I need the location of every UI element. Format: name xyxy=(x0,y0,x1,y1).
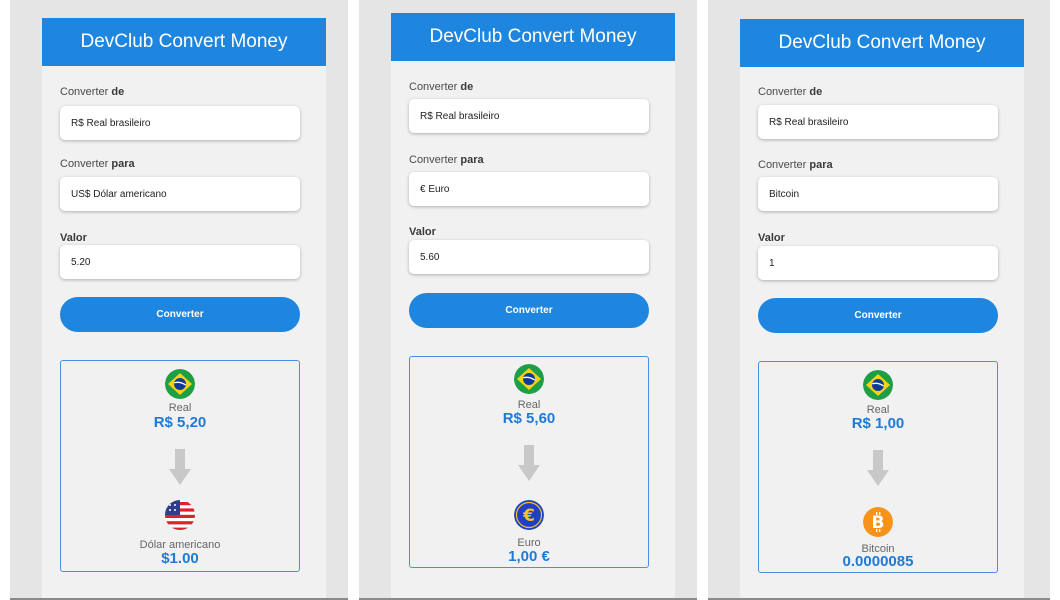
euro-icon: € xyxy=(514,500,544,530)
from-currency-select[interactable]: R$ Real brasileiro xyxy=(409,99,649,133)
result-box: Real R$ 5,20 Dólar americano $1.00 xyxy=(60,360,300,572)
from-currency-select[interactable]: R$ Real brasileiro xyxy=(758,105,998,139)
page-title: DevClub Convert Money xyxy=(740,19,1024,67)
svg-text:€: € xyxy=(522,506,535,526)
brazil-flag-icon xyxy=(514,364,544,394)
value-label: Valor xyxy=(60,232,87,244)
from-currency-name: Real xyxy=(168,402,192,414)
to-currency-select[interactable]: € Euro xyxy=(409,172,649,206)
to-currency-select[interactable]: US$ Dólar americano xyxy=(60,177,300,211)
from-label: Converter de xyxy=(758,86,823,98)
value-input[interactable]: 5.20 xyxy=(60,245,300,279)
brazil-flag-icon xyxy=(165,369,195,399)
to-label: Converter para xyxy=(60,158,135,170)
to-amount: 1,00 € xyxy=(508,548,550,565)
svg-text:B: B xyxy=(872,513,885,533)
converter-app: DevClub Convert Money Converter de R$ Re… xyxy=(391,13,675,600)
result-box: Real R$ 5,60 € Euro 1,00 € xyxy=(409,356,649,568)
from-label: Converter de xyxy=(409,81,474,93)
page-title: DevClub Convert Money xyxy=(42,18,326,66)
to-label: Converter para xyxy=(758,159,833,171)
value-label: Valor xyxy=(758,232,785,244)
from-amount: R$ 1,00 xyxy=(851,415,905,432)
convert-button[interactable]: Converter xyxy=(60,297,300,332)
bitcoin-icon: B xyxy=(863,507,893,537)
screenshot-usd: DevClub Convert Money Converter de R$ Re… xyxy=(10,0,348,600)
value-input[interactable]: 5.60 xyxy=(409,240,649,274)
from-amount: R$ 5,60 xyxy=(502,410,556,427)
to-amount: 0.0000085 xyxy=(842,553,914,570)
convert-button[interactable]: Converter xyxy=(409,293,649,328)
arrow-down-icon xyxy=(867,450,889,486)
value-input[interactable]: 1 xyxy=(758,246,998,280)
convert-button[interactable]: Converter xyxy=(758,298,998,333)
page-title: DevClub Convert Money xyxy=(391,13,675,61)
from-currency-select[interactable]: R$ Real brasileiro xyxy=(60,106,300,140)
result-box: Real R$ 1,00 B Bitcoin 0.0000085 xyxy=(758,361,998,573)
screenshot-euro: DevClub Convert Money Converter de R$ Re… xyxy=(359,0,697,600)
from-label: Converter de xyxy=(60,86,125,98)
to-label: Converter para xyxy=(409,154,484,166)
arrow-down-icon xyxy=(518,445,540,481)
value-label: Valor xyxy=(409,226,436,238)
screenshot-bitcoin: DevClub Convert Money Converter de R$ Re… xyxy=(708,0,1050,600)
to-currency-select[interactable]: Bitcoin xyxy=(758,177,998,211)
converter-app: DevClub Convert Money Converter de R$ Re… xyxy=(740,19,1024,600)
from-amount: R$ 5,20 xyxy=(153,414,207,431)
to-amount: $1.00 xyxy=(161,550,199,567)
brazil-flag-icon xyxy=(863,370,893,400)
arrow-down-icon xyxy=(169,449,191,485)
converter-app: DevClub Convert Money Converter de R$ Re… xyxy=(42,18,326,600)
us-flag-icon xyxy=(165,500,195,530)
